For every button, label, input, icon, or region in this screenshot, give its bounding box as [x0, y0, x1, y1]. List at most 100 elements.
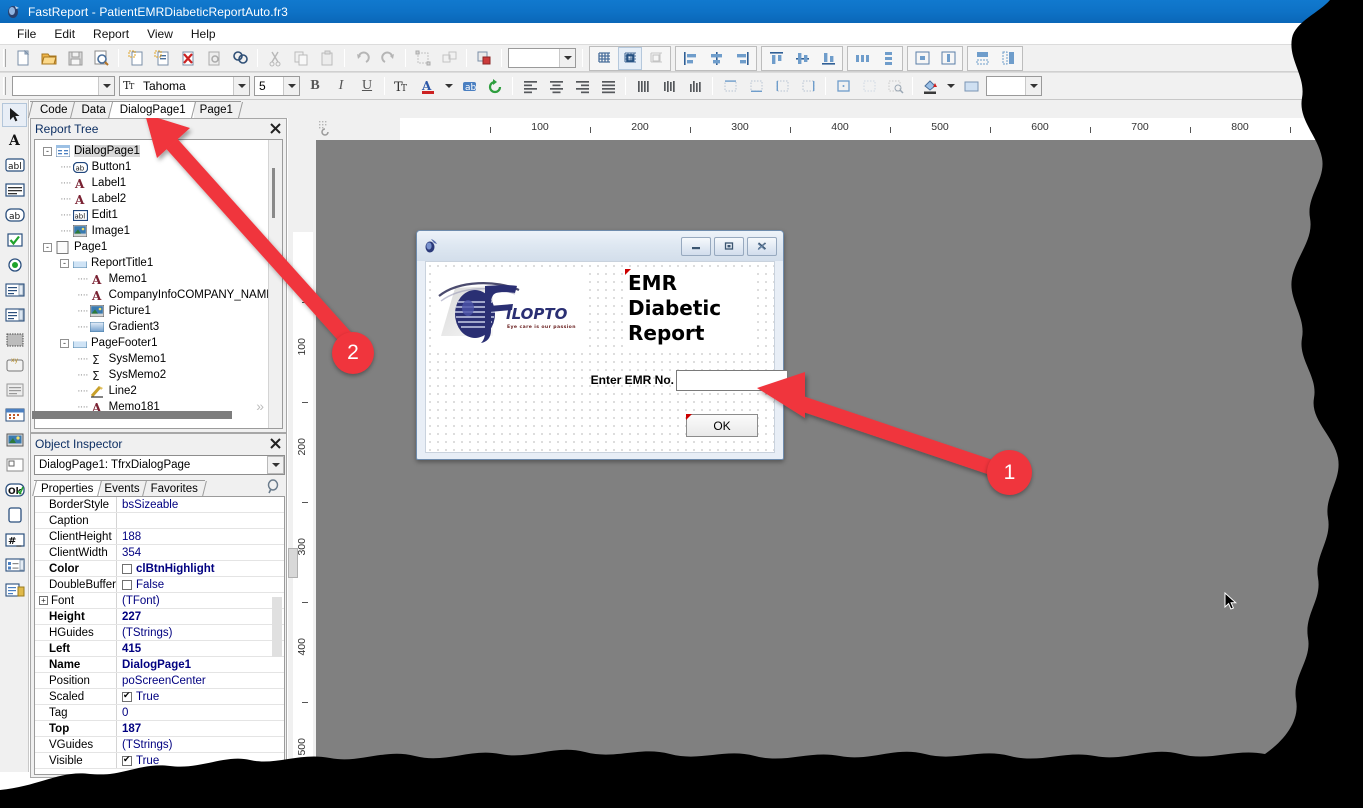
memo-tool-icon[interactable]	[2, 178, 27, 202]
italic-button[interactable]: I	[329, 75, 353, 98]
tree-node[interactable]: - ReportTitle1	[39, 255, 268, 271]
groupbox-tool-icon[interactable]: xy	[2, 353, 27, 377]
maskedit-tool-icon[interactable]: #_	[2, 528, 27, 552]
style-combo[interactable]	[12, 76, 115, 96]
tree-expander-icon[interactable]: -	[43, 242, 52, 252]
property-row[interactable]: Left 415	[35, 641, 284, 657]
align-bottom-edges-icon[interactable]	[816, 47, 840, 70]
tree-expander-icon[interactable]: -	[60, 258, 69, 268]
align-vertical-centers-icon[interactable]	[790, 47, 814, 70]
select-tool-icon[interactable]	[2, 103, 27, 127]
ungroup-icon[interactable]	[437, 47, 461, 70]
align-text-right-icon[interactable]	[570, 75, 594, 98]
text-rotation-icon[interactable]: ab	[457, 75, 481, 98]
property-row[interactable]: Height 227	[35, 609, 284, 625]
align-text-justify-icon[interactable]	[596, 75, 620, 98]
tree-vertical-scrollbar[interactable]	[268, 140, 282, 428]
highlight-combo[interactable]	[986, 76, 1042, 96]
align-horizontal-centers-icon[interactable]	[704, 47, 728, 70]
emr-number-edit-field[interactable]	[676, 370, 788, 391]
align-text-left-icon[interactable]	[518, 75, 542, 98]
toolbar-grip[interactable]	[3, 49, 6, 67]
valign-bottom-icon[interactable]	[683, 75, 707, 98]
font-color-dropdown-icon[interactable]	[442, 75, 455, 98]
close-icon[interactable]	[269, 437, 282, 450]
tree-node[interactable]: - PageFooter1	[39, 335, 268, 351]
tree-node[interactable]: - Page1	[39, 239, 268, 255]
page-tool-icon[interactable]	[2, 503, 27, 527]
tree-more-icon[interactable]: »	[256, 398, 264, 414]
fill-color-dropdown-icon[interactable]	[944, 75, 957, 98]
frame-style-icon[interactable]	[883, 75, 907, 98]
property-value[interactable]: DialogPage1	[117, 657, 284, 672]
new-page-icon[interactable]	[124, 47, 148, 70]
tab-favorites[interactable]: Favorites	[141, 480, 207, 496]
tab-page1[interactable]: Page1	[187, 101, 243, 118]
tree-node[interactable]: - DialogPage1	[39, 143, 268, 159]
frame-none-icon[interactable]	[857, 75, 881, 98]
property-value[interactable]: 188	[117, 529, 284, 544]
report-tree-view[interactable]: - DialogPage1 ···· ab Button1 ···· A Label1 ····…	[34, 139, 283, 429]
dialog-client-area[interactable]: ILOPTO Eye care is our passion EMR Diabe…	[425, 261, 788, 453]
font-size-combo[interactable]: 5	[254, 76, 300, 96]
new-report-icon[interactable]	[11, 47, 35, 70]
property-row[interactable]: HGuides (TStrings)	[35, 625, 284, 641]
tab-events[interactable]: Events	[95, 480, 149, 496]
property-expander-icon[interactable]: +	[39, 596, 48, 605]
property-row[interactable]: + Font (TFont)	[35, 593, 284, 609]
property-row[interactable]: Top 187	[35, 721, 284, 737]
property-row[interactable]: VisibleTrue	[35, 753, 284, 769]
tab-code[interactable]: Code	[28, 101, 78, 118]
close-icon[interactable]	[269, 122, 282, 135]
property-row[interactable]: Name DialogPage1	[35, 657, 284, 673]
tree-node[interactable]: ···· A Label2	[39, 191, 268, 207]
tree-expander-icon[interactable]: -	[60, 338, 69, 348]
property-value[interactable]: 415	[117, 641, 284, 656]
tree-node[interactable]: ···· A CompanyInfoCOMPANY_NAME	[39, 287, 274, 303]
bring-front-icon[interactable]	[472, 47, 496, 70]
magnifier-icon[interactable]	[266, 479, 282, 495]
font-color-icon[interactable]: A	[416, 75, 440, 98]
combobox-tool-icon[interactable]	[2, 303, 27, 327]
tree-node[interactable]: ···· abl Edit1	[39, 207, 268, 223]
paste-icon[interactable]	[315, 47, 339, 70]
property-value[interactable]: 0	[117, 705, 284, 720]
property-checkbox[interactable]	[122, 754, 132, 766]
close-button[interactable]	[747, 236, 777, 256]
property-value[interactable]: clBtnHighlight	[117, 561, 284, 576]
property-value[interactable]: (TStrings)	[117, 625, 284, 640]
property-grid-scrollbar[interactable]	[272, 597, 282, 657]
dialog-label2[interactable]: Enter EMR No.	[588, 372, 674, 388]
vertical-splitter-grip[interactable]	[288, 548, 298, 578]
tree-horizontal-scrollbar[interactable]	[32, 411, 232, 419]
center-horizontally-in-band-icon[interactable]	[910, 47, 934, 70]
image-tool-icon[interactable]	[2, 428, 27, 452]
toolbar-grip[interactable]	[3, 77, 6, 95]
font-name-combo[interactable]: TT Tahoma	[119, 76, 250, 96]
highlight-icon[interactable]	[959, 75, 983, 98]
property-row[interactable]: Color clBtnHighlight	[35, 561, 284, 577]
property-value[interactable]: (TFont)	[117, 593, 284, 608]
property-row[interactable]: Position poScreenCenter	[35, 673, 284, 689]
align-right-edges-icon[interactable]	[730, 47, 754, 70]
property-value[interactable]: bsSizeable	[117, 497, 284, 512]
snap-to-grid-icon[interactable]	[618, 46, 642, 70]
group-icon[interactable]	[411, 47, 435, 70]
new-dialog-icon[interactable]	[150, 47, 174, 70]
menu-item-view[interactable]: View	[138, 25, 182, 43]
tab-properties[interactable]: Properties	[32, 480, 103, 496]
delete-page-icon[interactable]	[176, 47, 200, 70]
dialog-image1[interactable]: ILOPTO Eye care is our passion	[433, 270, 588, 350]
chevron-down-icon[interactable]	[1025, 77, 1041, 95]
space-vertically-icon[interactable]	[876, 47, 900, 70]
fill-color-icon[interactable]	[918, 75, 942, 98]
property-value[interactable]: 227	[117, 609, 284, 624]
tree-node[interactable]: ···· Σ SysMemo1	[39, 351, 268, 367]
datepicker-tool-icon[interactable]	[2, 403, 27, 427]
menu-item-report[interactable]: Report	[84, 25, 138, 43]
tree-node[interactable]: ···· A Label1	[39, 175, 268, 191]
dialog-ok-button[interactable]: OK	[686, 414, 758, 437]
property-row[interactable]: DoubleBuffere False	[35, 577, 284, 593]
property-color-swatch[interactable]	[122, 563, 132, 574]
bevel-tool-icon[interactable]	[2, 378, 27, 402]
